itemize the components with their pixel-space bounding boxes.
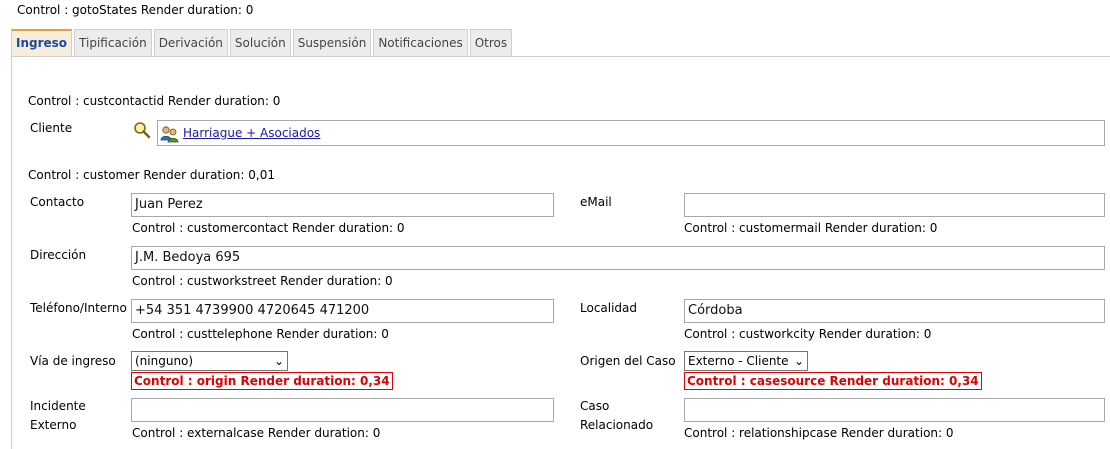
email-input[interactable] bbox=[684, 193, 1105, 217]
contacto-label: Contacto bbox=[30, 195, 85, 209]
localidad-input[interactable]: Córdoba bbox=[684, 299, 1105, 323]
incidente-label-line2: Externo bbox=[30, 418, 77, 432]
contacto-render-text: Control : customercontact Render duratio… bbox=[132, 221, 405, 235]
chevron-down-icon: ⌄ bbox=[273, 354, 284, 368]
tab-bar: Ingreso Tipificación Derivación Solución… bbox=[11, 29, 514, 57]
caso-label-line2: Relacionado bbox=[580, 418, 654, 432]
cliente-link[interactable]: Harriague + Asociados bbox=[183, 126, 320, 140]
telefono-input[interactable]: +54 351 4739900 4720645 471200 bbox=[131, 299, 554, 323]
telefono-label: Teléfono/Interno bbox=[30, 301, 127, 315]
email-label: eMail bbox=[580, 195, 612, 209]
via-ingreso-value: (ninguno) bbox=[135, 354, 194, 368]
tab-notificaciones[interactable]: Notificaciones bbox=[373, 29, 468, 56]
email-render-text: Control : customermail Render duration: … bbox=[684, 221, 938, 235]
incidente-label-line1: Incidente bbox=[30, 399, 86, 413]
tab-suspension[interactable]: Suspensión bbox=[292, 29, 372, 56]
localidad-label: Localidad bbox=[580, 301, 638, 315]
via-ingreso-label: Vía de ingreso bbox=[30, 354, 116, 368]
direccion-label: Dirección bbox=[30, 248, 87, 262]
tab-otros[interactable]: Otros bbox=[469, 29, 513, 56]
via-ingreso-select[interactable]: (ninguno) ⌄ bbox=[131, 351, 288, 371]
incidente-externo-input[interactable] bbox=[131, 398, 554, 422]
caso-relacionado-input[interactable] bbox=[684, 398, 1105, 422]
localidad-render-text: Control : custworkcity Render duration: … bbox=[684, 327, 932, 341]
tab-solucion[interactable]: Solución bbox=[229, 29, 291, 56]
tab-derivacion[interactable]: Derivación bbox=[153, 29, 228, 56]
goto-states-render-text: Control : gotoStates Render duration: 0 bbox=[17, 3, 254, 17]
customer-render-text: Control : customer Render duration: 0,01 bbox=[28, 168, 275, 182]
direccion-render-text: Control : custworkstreet Render duration… bbox=[132, 274, 393, 288]
contacts-icon bbox=[160, 126, 179, 143]
tab-ingreso[interactable]: Ingreso bbox=[11, 29, 73, 56]
cliente-label: Cliente bbox=[30, 121, 73, 135]
search-icon[interactable] bbox=[133, 121, 151, 139]
caso-render-text: Control : relationshipcase Render durati… bbox=[684, 426, 954, 440]
origen-caso-value: Externo - Cliente bbox=[688, 354, 789, 368]
chevron-down-icon: ⌄ bbox=[793, 354, 804, 368]
casesource-render-text: Control : casesource Render duration: 0,… bbox=[684, 372, 982, 390]
origin-render-text: Control : origin Render duration: 0,34 bbox=[131, 372, 393, 390]
cliente-field[interactable]: Harriague + Asociados bbox=[157, 120, 1105, 146]
direccion-input[interactable]: J.M. Bedoya 695 bbox=[131, 246, 1105, 270]
tab-tipificacion[interactable]: Tipificación bbox=[74, 29, 152, 56]
origen-caso-select[interactable]: Externo - Cliente ⌄ bbox=[684, 351, 808, 371]
custcontactid-render-text: Control : custcontactid Render duration:… bbox=[28, 94, 281, 108]
contacto-input[interactable]: Juan Perez bbox=[131, 193, 554, 217]
telefono-render-text: Control : custtelephone Render duration:… bbox=[132, 327, 389, 341]
incidente-render-text: Control : externalcase Render duration: … bbox=[132, 426, 381, 440]
origen-caso-label: Origen del Caso bbox=[580, 354, 676, 368]
caso-label-line1: Caso bbox=[580, 399, 610, 413]
